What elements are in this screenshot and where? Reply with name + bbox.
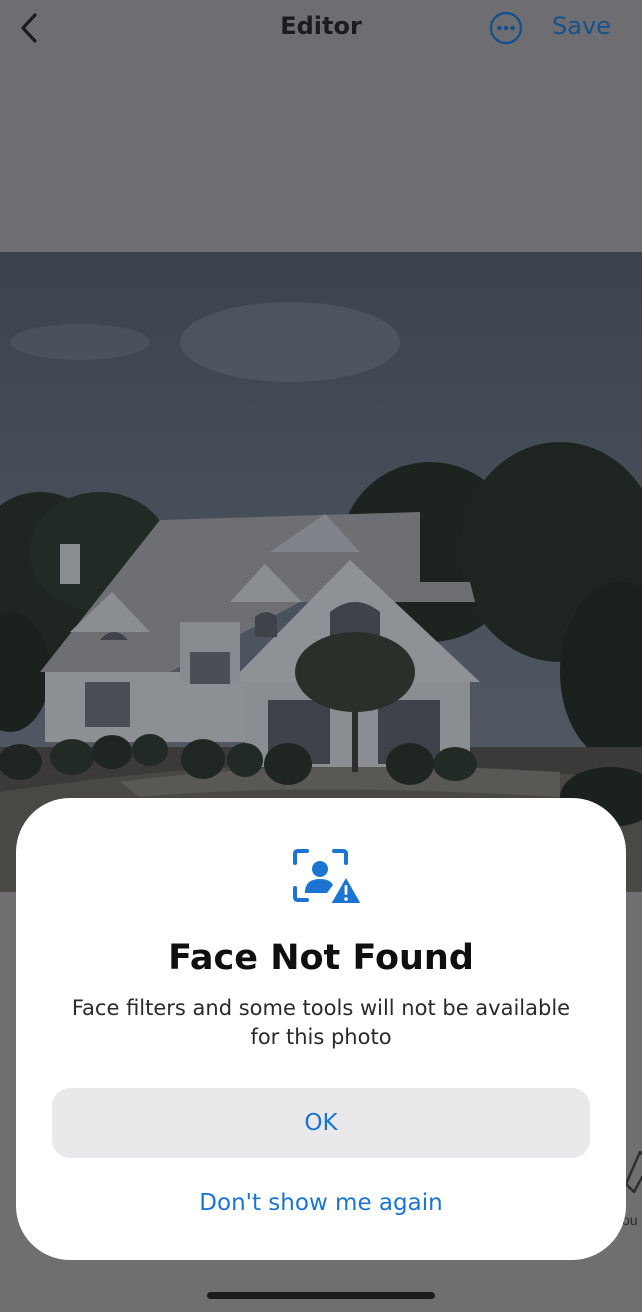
page-title: Editor xyxy=(280,12,362,40)
face-not-found-dialog: Face Not Found Face filters and some too… xyxy=(16,798,626,1260)
dialog-title: Face Not Found xyxy=(168,938,474,978)
save-button[interactable]: Save xyxy=(552,12,611,40)
dialog-message: Face filters and some tools will not be … xyxy=(71,996,571,1049)
top-bar: Editor Save xyxy=(0,0,642,56)
face-warning-icon xyxy=(292,848,364,906)
ok-button[interactable]: OK xyxy=(52,1088,590,1158)
photo-preview xyxy=(0,252,642,892)
more-horizontal-circle-icon xyxy=(489,11,523,45)
home-indicator[interactable] xyxy=(207,1292,435,1299)
dont-show-again-button[interactable]: Don't show me again xyxy=(16,1190,626,1216)
more-options-button[interactable] xyxy=(489,11,523,45)
